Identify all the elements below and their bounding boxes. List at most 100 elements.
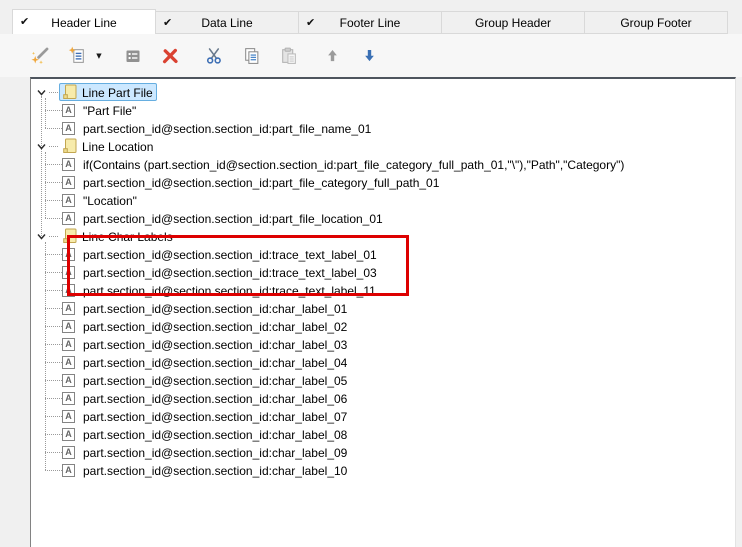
arrow-up-icon (327, 50, 337, 62)
tree-item[interactable]: Apart.section_id@section.section_id:trac… (31, 281, 735, 299)
tab-label: Group Footer (620, 16, 692, 30)
text-field-icon: A (62, 157, 75, 171)
text-field-icon: A (62, 355, 75, 369)
tree-item-label: part.section_id@section.section_id:char_… (83, 319, 348, 334)
tree-item[interactable]: Apart.section_id@section.section_id:part… (31, 119, 735, 137)
tab-group-footer[interactable]: Group Footer (584, 11, 728, 34)
delete-x-icon[interactable] (158, 44, 182, 68)
tree-group-line-location[interactable]: Line Location (31, 137, 735, 155)
tree-connector (45, 433, 62, 435)
tree-item-label: part.section_id@section.section_id:char_… (83, 301, 348, 316)
tree-group-label: Line Part File (82, 85, 153, 100)
arrow-down-icon (364, 50, 374, 62)
tab-check-icon: ✔ (20, 14, 30, 28)
tree-item-label: if(Contains (part.section_id@section.sec… (83, 157, 625, 172)
tree-item-label: part.section_id@section.section_id:trace… (83, 283, 376, 298)
text-field-icon: A (62, 427, 75, 441)
tree-group-label: Line Location (82, 139, 154, 154)
tree-connector (45, 271, 62, 273)
tree-connector (45, 451, 62, 453)
tree-item[interactable]: Apart.section_id@section.section_id:char… (31, 353, 735, 371)
node[interactable]: Line Char Labels (59, 227, 177, 245)
tree-connector (49, 91, 58, 93)
scissors-icon (206, 48, 221, 64)
tree-item[interactable]: Apart.section_id@section.section_id:part… (31, 209, 735, 227)
tree-item[interactable]: Apart.section_id@section.section_id:char… (31, 299, 735, 317)
chevron-down-icon[interactable] (35, 140, 48, 153)
expression-tree-panel: Line Part File A "Part File" Apart.section_… (30, 77, 736, 547)
tab-group-header[interactable]: Group Header (441, 11, 585, 34)
tree-connector (45, 199, 62, 201)
chevron-down-icon[interactable] (35, 230, 48, 243)
text-field-icon: A (62, 301, 75, 315)
magic-wand-icon[interactable] (28, 44, 52, 68)
tree-item-label: part.section_id@section.section_id:part_… (83, 175, 440, 190)
tree-group-line-part-file[interactable]: Line Part File (31, 83, 735, 101)
tab-data-line[interactable]: ✔ Data Line (155, 11, 299, 34)
scissors-icon[interactable] (202, 44, 226, 68)
tree-item-label: part.section_id@section.section_id:trace… (83, 247, 377, 262)
tree-group-label: Line Char Labels (82, 229, 173, 244)
tree-item[interactable]: Apart.section_id@section.section_id:char… (31, 461, 735, 479)
node[interactable]: Line Location (59, 137, 157, 155)
text-field-icon: A (62, 175, 75, 189)
tree-item-label: part.section_id@section.section_id:char_… (83, 373, 348, 388)
tree-connector (45, 289, 62, 291)
tree-item-label: part.section_id@section.section_id:char_… (83, 427, 348, 442)
paste-icon[interactable] (276, 44, 300, 68)
tab-header-line[interactable]: ✔ Header Line (12, 9, 156, 34)
magic-wand-icon (30, 47, 48, 65)
tree-item-label: part.section_id@section.section_id:char_… (83, 463, 348, 478)
tree-connector (45, 163, 62, 165)
chevron-down-icon[interactable]: ▼ (92, 52, 106, 60)
tree-connector (49, 235, 58, 237)
tab-label: Footer Line (339, 16, 401, 30)
arrow-up-icon[interactable] (320, 44, 344, 68)
tree-item[interactable]: Apart.section_id@section.section_id:char… (31, 443, 735, 461)
tab-label: Group Header (474, 16, 552, 30)
tab-label: Data Line (201, 16, 253, 30)
tree-item-label: part.section_id@section.section_id:char_… (83, 409, 348, 424)
tree-children: Apart.section_id@section.section_id:trac… (31, 242, 735, 479)
tree-item[interactable]: Apart.section_id@section.section_id:trac… (31, 245, 735, 263)
new-document-icon[interactable] (65, 44, 89, 68)
text-field-icon: A (62, 373, 75, 387)
tree-item[interactable]: Apart.section_id@section.section_id:part… (31, 173, 735, 191)
tab-label: Header Line (51, 15, 117, 30)
tree-item[interactable]: A "Location" (31, 191, 735, 209)
tree-group-line-char-labels[interactable]: Line Char Labels (31, 227, 735, 245)
tree-item[interactable]: Apart.section_id@section.section_id:char… (31, 407, 735, 425)
text-field-icon: A (62, 247, 75, 261)
folder-icon (63, 138, 77, 153)
text-field-icon: A (62, 463, 75, 477)
tree-item[interactable]: Apart.section_id@section.section_id:char… (31, 425, 735, 443)
chevron-down-icon[interactable] (35, 86, 48, 99)
tree-item-label: "Location" (83, 193, 137, 208)
tree: Line Part File A "Part File" Apart.section_… (31, 83, 735, 479)
tree-item[interactable]: Apart.section_id@section.section_id:char… (31, 371, 735, 389)
tab-footer-line[interactable]: ✔ Footer Line (298, 11, 442, 34)
folder-icon (63, 84, 77, 99)
tab-check-icon: ✔ (163, 15, 173, 29)
tree-item[interactable]: Apart.section_id@section.section_id:char… (31, 335, 735, 353)
tree-item[interactable]: A "Part File" (31, 101, 735, 119)
copy-icon (244, 48, 258, 64)
tree-item[interactable]: Apart.section_id@section.section_id:trac… (31, 263, 735, 281)
folder-icon (63, 228, 77, 243)
text-field-icon: A (62, 409, 75, 423)
tree-connector (45, 361, 62, 363)
properties-icon[interactable] (121, 44, 145, 68)
selected-node[interactable]: Line Part File (59, 83, 157, 101)
tree-children: Aif(Contains (part.section_id@section.se… (31, 152, 735, 227)
tree-item[interactable]: Aif(Contains (part.section_id@section.se… (31, 155, 735, 173)
tree-item-label: part.section_id@section.section_id:char_… (83, 355, 348, 370)
tree-connector (49, 145, 58, 147)
tree-connector (45, 415, 62, 417)
tree-item-label: part.section_id@section.section_id:char_… (83, 337, 348, 352)
copy-icon[interactable] (239, 44, 263, 68)
tree-connector (45, 469, 62, 471)
delete-x-icon (162, 48, 178, 64)
tree-item[interactable]: Apart.section_id@section.section_id:char… (31, 389, 735, 407)
arrow-down-icon[interactable] (357, 44, 381, 68)
tree-item[interactable]: Apart.section_id@section.section_id:char… (31, 317, 735, 335)
